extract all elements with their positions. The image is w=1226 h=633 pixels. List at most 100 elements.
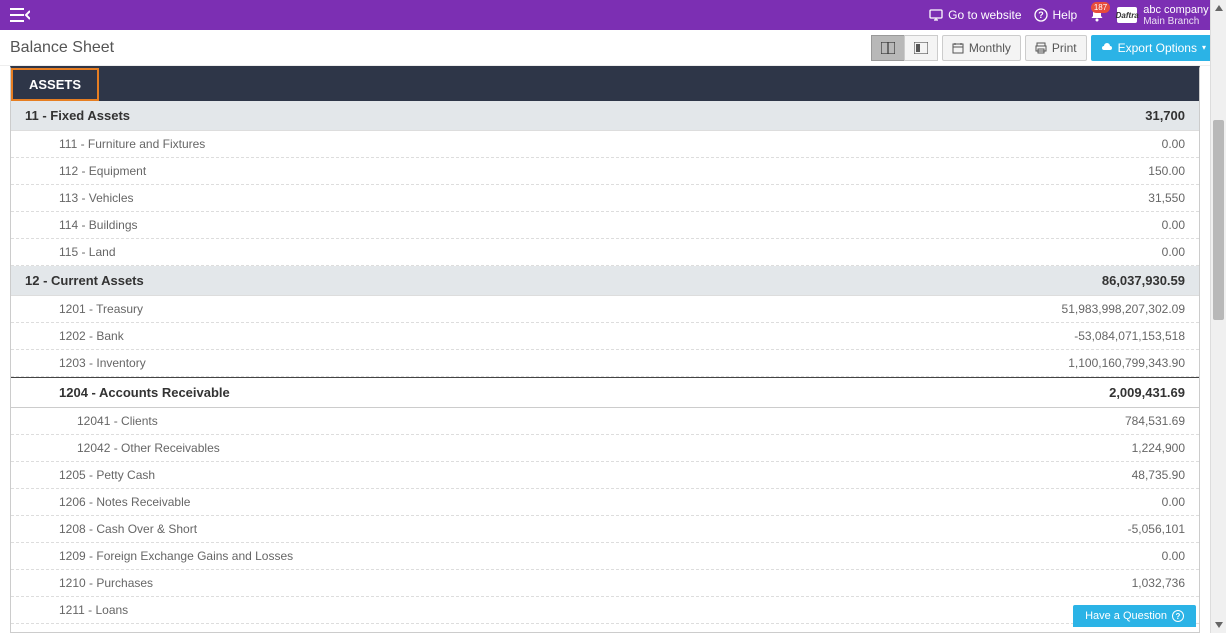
calendar-icon	[952, 42, 964, 54]
goto-website-link[interactable]: Go to website	[929, 8, 1021, 22]
section-value: 31,700	[1145, 108, 1185, 123]
item-value: 1,032,736	[1132, 576, 1185, 590]
item-row[interactable]: 112 - Equipment 150.00	[11, 158, 1199, 185]
goto-website-label: Go to website	[948, 8, 1021, 22]
sidebar-collapse-button[interactable]	[10, 8, 30, 22]
svg-text:?: ?	[1038, 10, 1044, 20]
item-label: 1210 - Purchases	[25, 576, 153, 590]
item-label: 1208 - Cash Over & Short	[25, 522, 197, 536]
item-value: 1,224,900	[1132, 441, 1185, 455]
item-value: 0.00	[1162, 137, 1185, 151]
notifications-button[interactable]: 187	[1089, 7, 1105, 23]
section-label: 11 - Fixed Assets	[25, 108, 130, 123]
svg-text:?: ?	[1176, 612, 1181, 621]
item-row[interactable]: 113 - Vehicles 31,550	[11, 185, 1199, 212]
item-row[interactable]: 1209 - Foreign Exchange Gains and Losses…	[11, 543, 1199, 570]
item-row[interactable]: 1208 - Cash Over & Short -5,056,101	[11, 516, 1199, 543]
question-icon: ?	[1172, 610, 1184, 622]
item-value: 784,531.69	[1125, 414, 1185, 428]
help-fab-label: Have a Question	[1085, 610, 1167, 622]
item-value: 48,735.90	[1132, 468, 1185, 482]
item-label: 111 - Furniture and Fixtures	[25, 137, 205, 151]
item-value: 0.00	[1162, 549, 1185, 563]
item-label: 12041 - Clients	[25, 414, 158, 428]
item-value: -53,084,071,153,518	[1074, 329, 1185, 343]
section-value: 2,009,431.69	[1109, 385, 1185, 400]
item-row[interactable]: 1202 - Bank -53,084,071,153,518	[11, 323, 1199, 350]
print-label: Print	[1052, 41, 1077, 55]
item-value: -5,056,101	[1128, 522, 1185, 536]
item-row[interactable]: 1201 - Treasury 51,983,998,207,302.09	[11, 296, 1199, 323]
item-label: 1205 - Petty Cash	[25, 468, 155, 482]
topbar: Go to website ? Help 187 Daftra abc comp…	[0, 0, 1226, 30]
section-row[interactable]: 11 - Fixed Assets 31,700	[11, 101, 1199, 131]
item-label: 1209 - Foreign Exchange Gains and Losses	[25, 549, 293, 563]
scroll-thumb[interactable]	[1213, 120, 1224, 320]
item-row[interactable]: 111 - Furniture and Fixtures 0.00	[11, 131, 1199, 158]
scroll-up-arrow[interactable]	[1211, 0, 1226, 16]
item-label: 1206 - Notes Receivable	[25, 495, 190, 509]
monthly-button[interactable]: Monthly	[942, 35, 1021, 61]
section-label: 12 - Current Assets	[25, 273, 144, 288]
item-row[interactable]: 1212 - Receivable Notes0.00	[11, 624, 1199, 633]
item-row[interactable]: 1211 - Loans50,000	[11, 597, 1199, 624]
chevron-down-icon: ▾	[1202, 43, 1206, 52]
help-icon: ?	[1034, 8, 1048, 22]
monthly-label: Monthly	[969, 41, 1011, 55]
view-columns-button[interactable]	[871, 35, 905, 61]
cloud-icon	[1101, 42, 1113, 54]
item-label: 113 - Vehicles	[25, 191, 134, 205]
company-logo: Daftra	[1117, 7, 1137, 23]
item-value: 0.00	[1162, 218, 1185, 232]
item-row[interactable]: 12042 - Other Receivables 1,224,900	[11, 435, 1199, 462]
item-row[interactable]: 12041 - Clients 784,531.69	[11, 408, 1199, 435]
export-label: Export Options	[1118, 41, 1197, 55]
print-icon	[1035, 42, 1047, 54]
item-label: 1211 - Loans	[25, 603, 128, 617]
item-row[interactable]: 115 - Land 0.00	[11, 239, 1199, 266]
item-row[interactable]: 114 - Buildings 0.00	[11, 212, 1199, 239]
item-label: 112 - Equipment	[25, 164, 146, 178]
item-label: 114 - Buildings	[25, 218, 138, 232]
item-value: 1,100,160,799,343.90	[1068, 356, 1185, 370]
tab-assets[interactable]: ASSETS	[11, 68, 99, 101]
item-value: 0.00	[1162, 495, 1185, 509]
section-label: 1204 - Accounts Receivable	[59, 385, 230, 400]
report-content[interactable]: ASSETS 11 - Fixed Assets 31,700 111 - Furn…	[10, 66, 1200, 633]
tab-row: ASSETS	[11, 68, 1199, 101]
item-value: 31,550	[1148, 191, 1185, 205]
help-link[interactable]: ? Help	[1034, 8, 1078, 22]
item-row[interactable]: 1203 - Inventory 1,100,160,799,343.90	[11, 350, 1199, 377]
section-value: 86,037,930.59	[1102, 273, 1185, 288]
section-row[interactable]: 12 - Current Assets 86,037,930.59	[11, 266, 1199, 296]
item-row[interactable]: 1210 - Purchases 1,032,736	[11, 570, 1199, 597]
page-title: Balance Sheet	[10, 39, 114, 57]
monitor-icon	[929, 9, 943, 21]
item-label: 1202 - Bank	[25, 329, 124, 343]
section-row[interactable]: 1204 - Accounts Receivable 2,009,431.69	[11, 377, 1199, 408]
notification-count: 187	[1091, 2, 1110, 13]
company-name: abc company	[1143, 4, 1208, 16]
item-label: 12042 - Other Receivables	[25, 441, 220, 455]
item-value: 150.00	[1148, 164, 1185, 178]
company-switcher[interactable]: Daftra abc company ▾ Main Branch	[1117, 3, 1216, 27]
export-button[interactable]: Export Options ▾	[1091, 35, 1216, 61]
scroll-down-arrow[interactable]	[1211, 617, 1226, 633]
item-label: 1201 - Treasury	[25, 302, 143, 316]
item-row[interactable]: 1205 - Petty Cash 48,735.90	[11, 462, 1199, 489]
item-value: 51,983,998,207,302.09	[1062, 302, 1185, 316]
item-label: 115 - Land	[25, 245, 116, 259]
help-fab[interactable]: Have a Question ?	[1073, 605, 1196, 627]
scrollbar[interactable]	[1210, 0, 1226, 633]
help-label: Help	[1053, 8, 1078, 22]
view-single-button[interactable]	[904, 35, 938, 61]
item-value: 0.00	[1162, 245, 1185, 259]
columns-icon	[881, 42, 895, 54]
item-label: 1203 - Inventory	[25, 356, 146, 370]
single-icon	[914, 42, 928, 54]
toolbar: Monthly Print Export Options ▾	[872, 35, 1216, 61]
subheader: Balance Sheet Monthly Print Export Op	[0, 30, 1226, 66]
company-branch: Main Branch	[1143, 16, 1216, 27]
item-row[interactable]: 1206 - Notes Receivable 0.00	[11, 489, 1199, 516]
print-button[interactable]: Print	[1025, 35, 1087, 61]
